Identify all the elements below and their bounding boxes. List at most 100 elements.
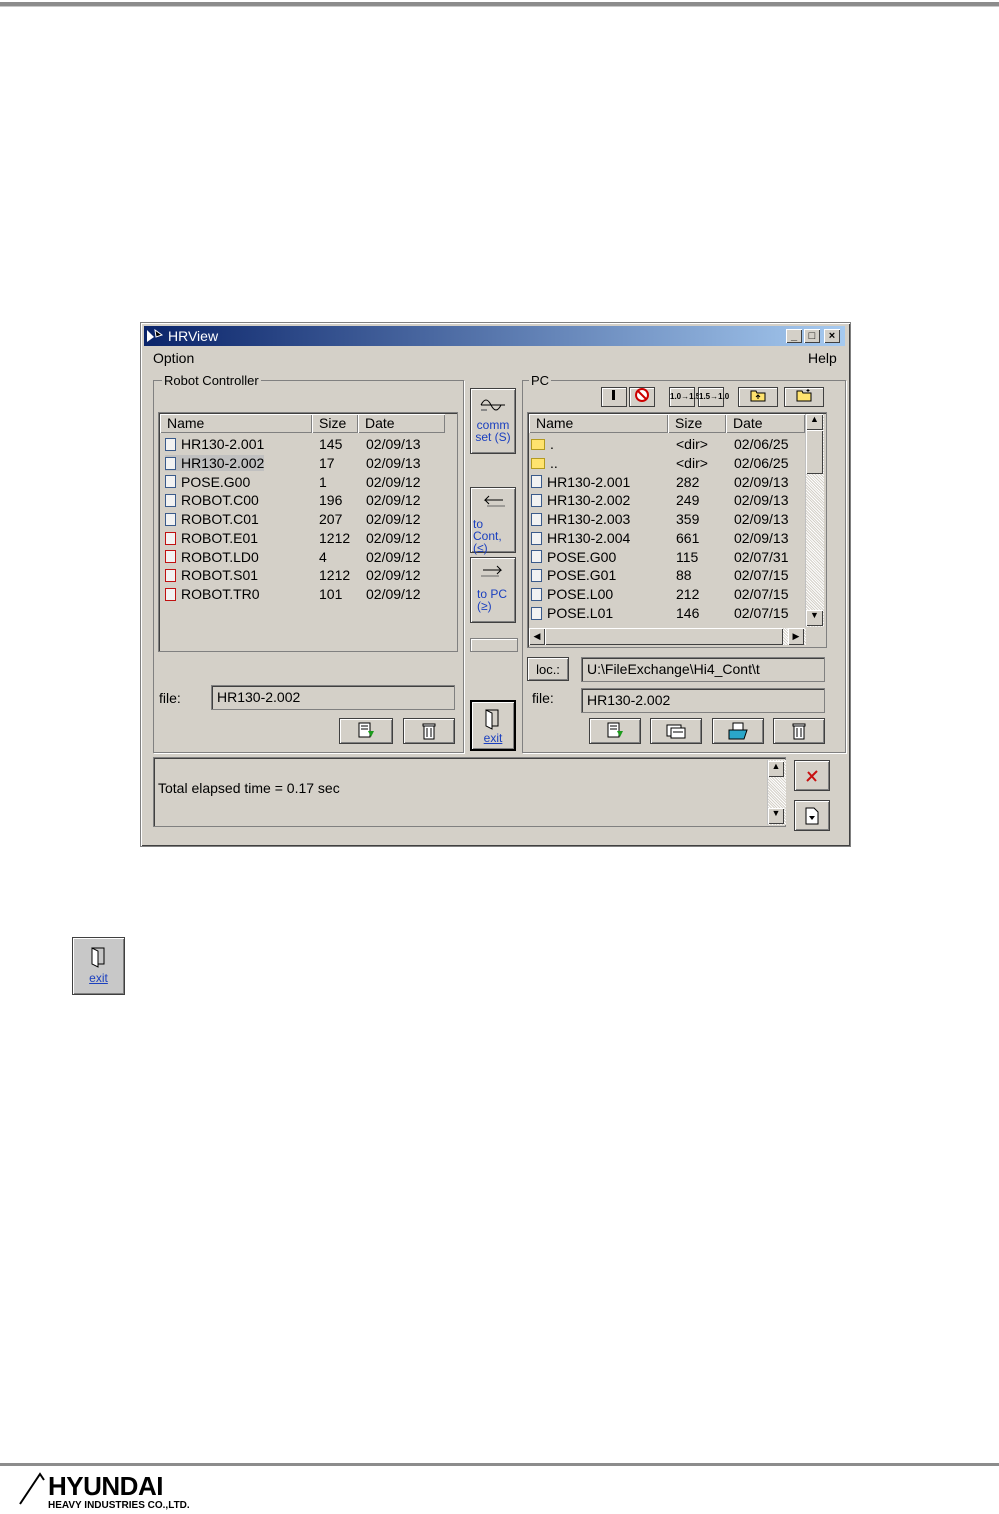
pc-hscroll-thumb[interactable]	[545, 628, 783, 645]
controller-file-date: 02/09/13	[366, 454, 421, 471]
exit-button[interactable]: exit	[470, 700, 516, 751]
controller-file-field[interactable]: HR130-2.002	[211, 685, 455, 710]
controller-file-row[interactable]: ROBOT.LD0 4 02/09/12	[165, 548, 421, 567]
pose-file-icon	[165, 475, 176, 489]
pc-tool-btn-2[interactable]	[629, 387, 655, 407]
pc-col-date[interactable]: Date	[726, 414, 805, 433]
pc-file-row[interactable]: HR130-2.003 359 02/09/13	[531, 510, 789, 529]
pc-file-date: 02/07/15	[734, 604, 789, 621]
robot-controller-label: Robot Controller	[162, 373, 261, 388]
controller-file-row[interactable]: HR130-2.002 17 02/09/13	[165, 454, 421, 473]
job-file-icon	[531, 494, 542, 508]
new-folder-button[interactable]	[784, 387, 824, 407]
pc-scroll-up-button[interactable]: ▲	[806, 414, 823, 430]
controller-col-size[interactable]: Size	[312, 414, 358, 433]
controller-col-name[interactable]: Name	[160, 414, 312, 433]
menu-option[interactable]: Option	[153, 350, 194, 366]
clear-log-button[interactable]	[794, 760, 830, 791]
pc-file-row[interactable]: POSE.L01 146 02/07/15	[531, 604, 789, 623]
pc-col-size[interactable]: Size	[668, 414, 726, 433]
controller-file-name: ROBOT.TR0	[181, 586, 260, 602]
maximize-button[interactable]: □	[804, 329, 820, 343]
controller-col-date[interactable]: Date	[358, 414, 445, 433]
pc-file-row[interactable]: POSE.G01 88 02/07/15	[531, 566, 789, 585]
pc-delete-button[interactable]	[773, 718, 825, 744]
pc-open-button[interactable]	[712, 718, 764, 744]
controller-file-row[interactable]: ROBOT.TR0 101 02/09/12	[165, 585, 421, 604]
controller-save-button[interactable]	[339, 718, 393, 744]
pc-file-size: 212	[676, 586, 700, 602]
company-name: HEAVY INDUSTRIES CO.,LTD.	[48, 1500, 190, 1511]
pc-file-row[interactable]: HR130-2.004 661 02/09/13	[531, 529, 789, 548]
comm-set-label: comm set (S)	[475, 418, 511, 444]
pose-file-icon	[531, 587, 542, 601]
controller-file-size: 4	[319, 548, 327, 565]
pc-file-field[interactable]: HR130-2.002	[581, 688, 825, 713]
controller-file-row[interactable]: POSE.G00 1 02/09/12	[165, 473, 421, 492]
controller-file-row[interactable]: HR130-2.001 145 02/09/13	[165, 435, 421, 454]
pc-file-name: HR130-2.002	[547, 492, 631, 509]
to-pc-button[interactable]: to PC (≥)	[470, 557, 516, 623]
controller-file-name: ROBOT.C00	[181, 492, 259, 509]
door-exit-icon	[91, 947, 104, 968]
pose-file-icon	[531, 569, 542, 583]
pc-file-date: 02/06/25	[734, 436, 789, 452]
controller-file-row[interactable]: ROBOT.S01 1212 02/09/12	[165, 566, 421, 585]
minimize-button[interactable]: _	[786, 329, 802, 343]
pc-file-row[interactable]: HR130-2.001 282 02/09/13	[531, 473, 789, 492]
status-scroll-down-button[interactable]: ▼	[768, 808, 784, 824]
pc-save-button[interactable]	[589, 718, 641, 744]
trash-icon	[422, 723, 436, 740]
pc-scroll-down-button[interactable]: ▼	[806, 610, 823, 626]
pc-file-size: 146	[676, 604, 700, 621]
status-scroll-up-button[interactable]: ▲	[768, 761, 784, 777]
menu-help[interactable]: Help	[808, 350, 837, 366]
pc-scroll-right-button[interactable]: ▶	[788, 628, 804, 645]
controller-delete-button[interactable]	[403, 718, 455, 744]
pc-file-date: 02/06/25	[734, 454, 789, 471]
controller-file-row[interactable]: ROBOT.C00 196 02/09/12	[165, 491, 421, 510]
new-folder-icon	[796, 389, 812, 402]
loc-button[interactable]: loc.:	[527, 657, 569, 681]
pc-file-name: POSE.L00	[547, 586, 614, 602]
status-log[interactable]: Total elapsed time = 0.17 sec	[153, 757, 786, 827]
controller-file-name: HR130-2.002	[181, 454, 265, 471]
pc-file-size: <dir>	[676, 436, 708, 452]
pc-file-size: 359	[676, 511, 700, 527]
trash-icon	[792, 723, 806, 740]
to-controller-button[interactable]: to Cont,(≤)	[470, 487, 516, 554]
pc-rename-button[interactable]	[650, 718, 702, 744]
controller-file-row[interactable]: ROBOT.E01 1212 02/09/12	[165, 529, 421, 548]
convert-1-0-to-1-5-button[interactable]: 1.0→1.5	[669, 387, 700, 407]
pc-file-date: 02/09/13	[734, 492, 789, 509]
controller-file-date: 02/09/12	[366, 567, 421, 584]
pc-file-row[interactable]: .. <dir> 02/06/25	[531, 454, 789, 473]
pc-col-name[interactable]: Name	[529, 414, 668, 433]
pc-file-row[interactable]: HR130-2.002 249 02/09/13	[531, 491, 789, 510]
convert-1-5-to-1-0-button[interactable]: 1.5→1.0	[698, 387, 729, 407]
controller-file-size: 1	[319, 473, 327, 490]
exit-legend-label: exit	[89, 971, 108, 985]
pc-tool-btn-1[interactable]	[601, 387, 627, 407]
pc-file-row[interactable]: . <dir> 02/06/25	[531, 435, 789, 454]
rename-icon	[666, 724, 686, 739]
job-file-icon	[531, 512, 542, 526]
comm-set-button[interactable]: comm set (S)	[470, 388, 516, 454]
up-folder-button[interactable]	[738, 387, 778, 407]
up-folder-icon	[750, 390, 766, 402]
close-button[interactable]: ×	[824, 329, 840, 343]
title-bar[interactable]	[144, 326, 845, 346]
controller-file-row[interactable]: ROBOT.C01 207 02/09/12	[165, 510, 421, 529]
pc-file-row[interactable]: POSE.G00 115 02/07/31	[531, 548, 789, 567]
save-log-button[interactable]	[794, 800, 830, 831]
save-file-icon	[607, 722, 623, 738]
pc-scroll-left-button[interactable]: ◀	[529, 628, 545, 645]
pc-scroll-thumb[interactable]	[806, 430, 823, 474]
pc-location-field[interactable]: U:\FileExchange\Hi4_Cont\t	[581, 657, 825, 682]
controller-file-name: POSE.G00	[181, 473, 251, 490]
pc-file-row[interactable]: POSE.L00 212 02/07/15	[531, 585, 789, 604]
pc-file-date: 02/07/15	[734, 567, 789, 584]
controller-file-name: ROBOT.E01	[181, 529, 259, 546]
status-message: Total elapsed time = 0.17 sec	[158, 780, 340, 796]
to-pc-label: to PC (≥)	[477, 587, 508, 613]
